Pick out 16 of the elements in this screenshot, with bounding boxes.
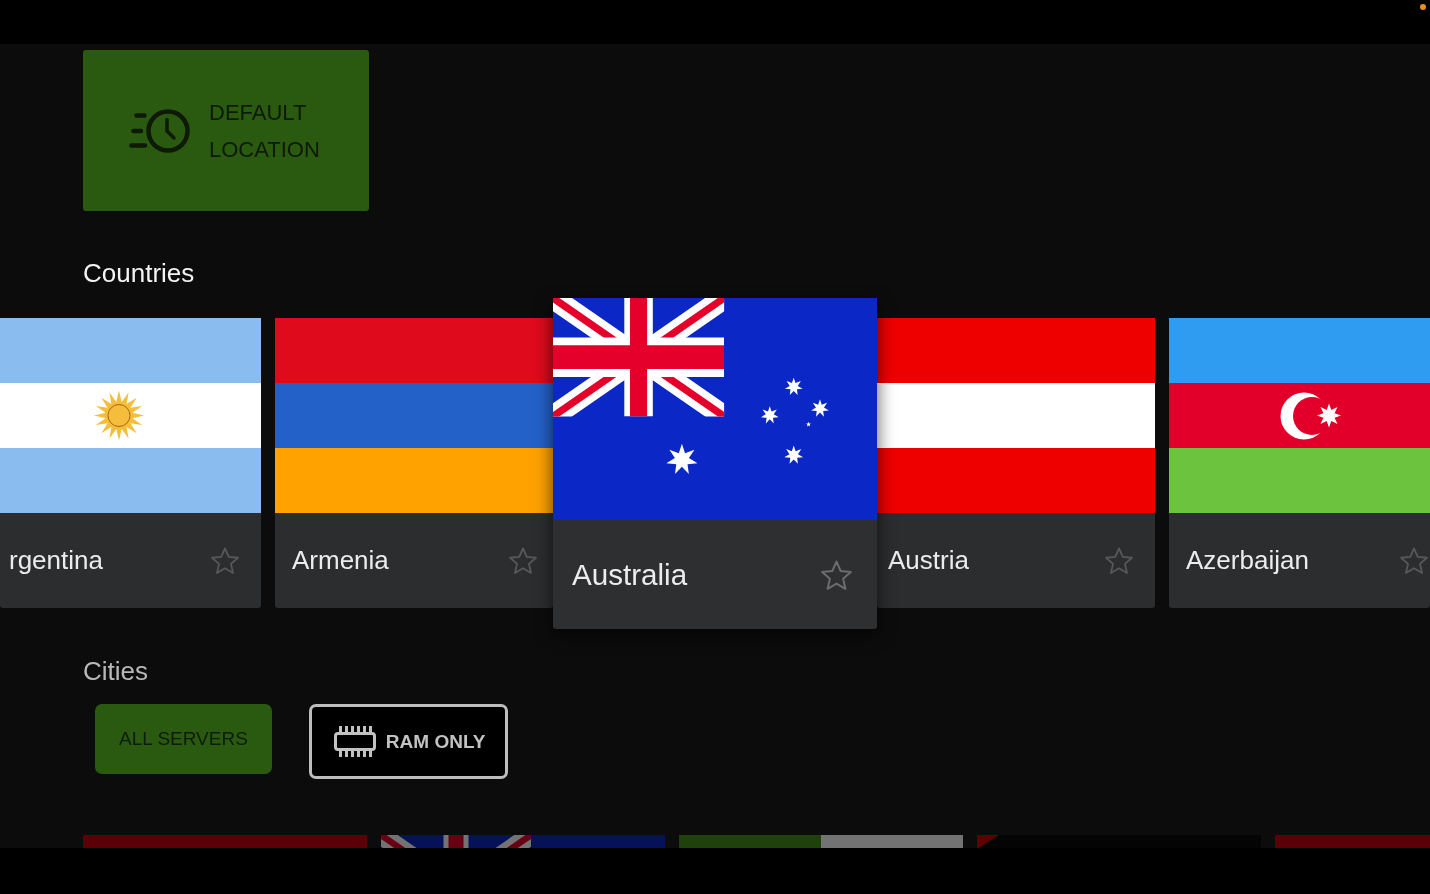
section-heading: Cities [83, 656, 148, 686]
star-icon[interactable] [211, 547, 239, 574]
country-card[interactable]: Australia [553, 298, 877, 629]
memory-chip-icon [333, 726, 376, 757]
star-icon[interactable] [821, 559, 852, 590]
section-heading: Countries [83, 258, 195, 288]
country-card[interactable]: Armenia [275, 318, 553, 608]
country-card[interactable]: Austria [877, 318, 1155, 608]
filter-button[interactable]: RAM ONLY [308, 704, 509, 779]
star-icon[interactable] [1400, 547, 1428, 574]
status-dot-icon [1420, 4, 1426, 10]
star-icon[interactable] [509, 547, 537, 574]
country-card[interactable]: rgentina [0, 318, 261, 608]
star-icon[interactable] [1105, 547, 1133, 574]
clock-icon [129, 107, 190, 154]
country-card[interactable]: Azerbaijan [1169, 318, 1430, 608]
